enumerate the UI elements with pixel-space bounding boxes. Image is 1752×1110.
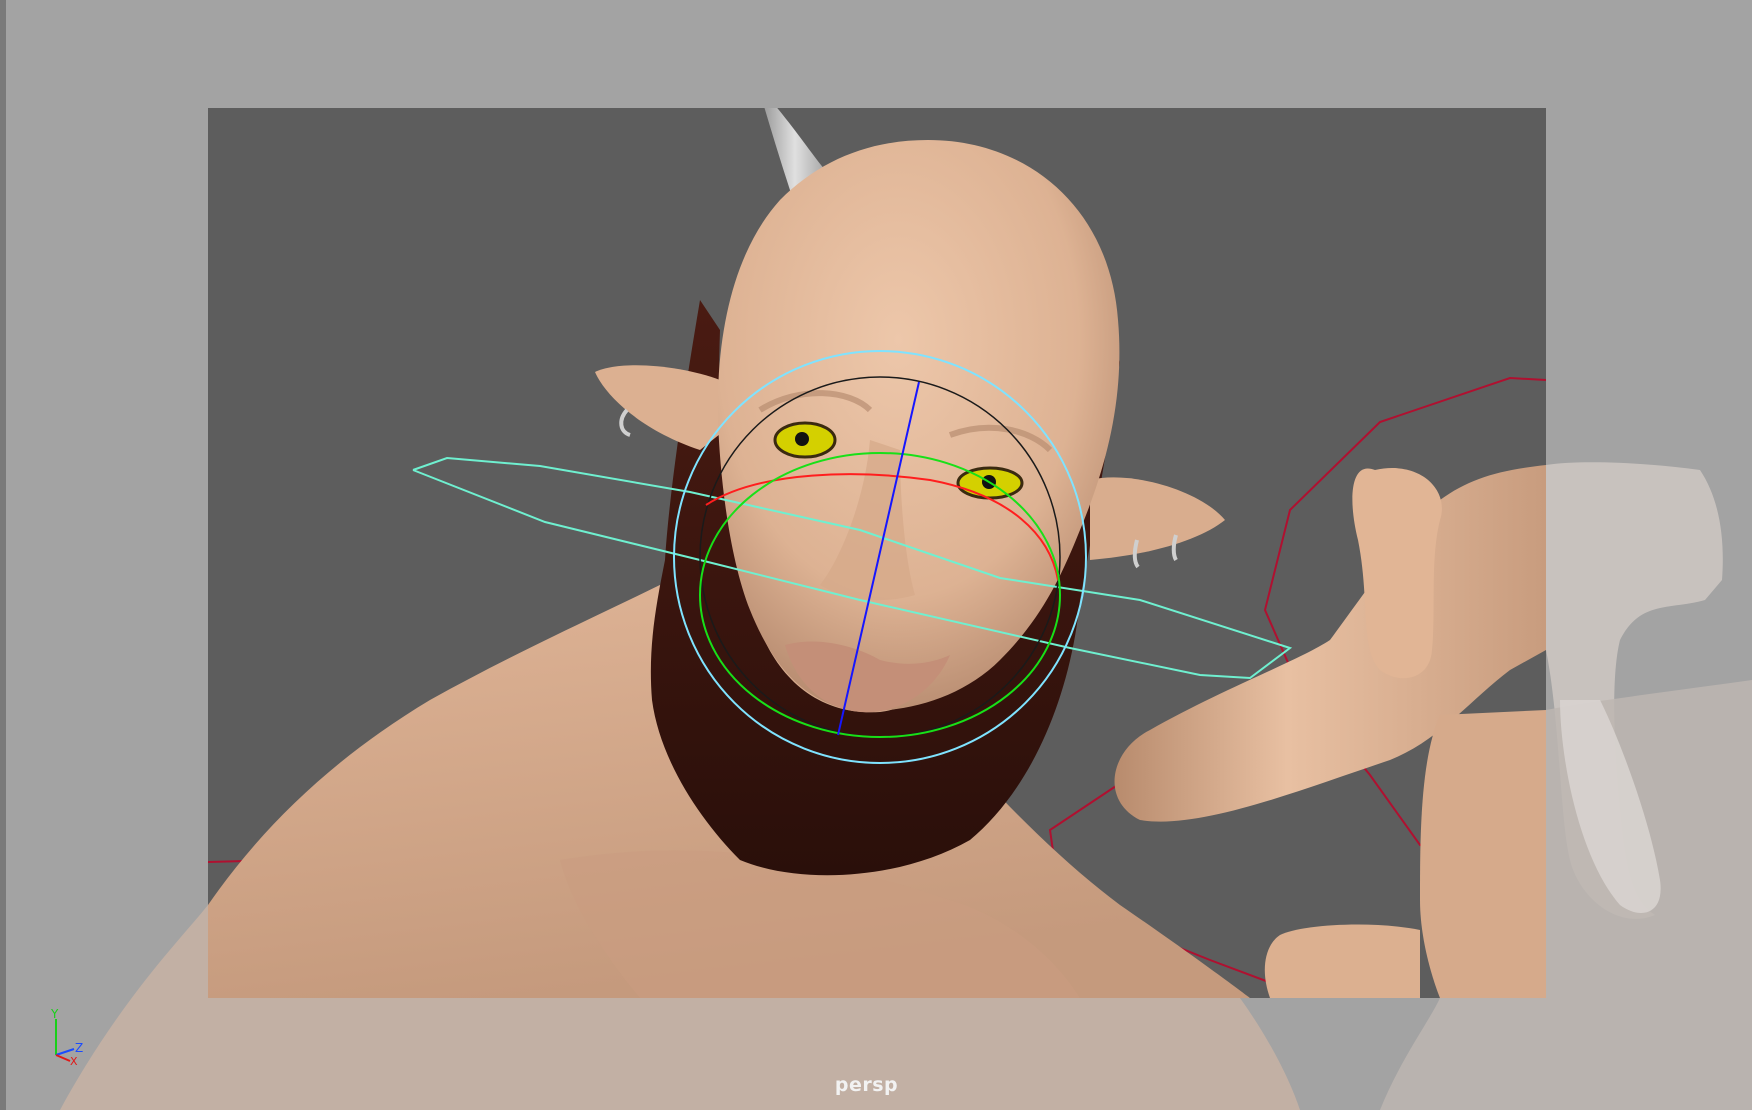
left-pupil bbox=[795, 432, 809, 446]
axis-indicator: Y Z X bbox=[50, 1007, 83, 1065]
maya-viewport[interactable]: Y Z X persp bbox=[0, 0, 1752, 1110]
axis-y-label: Y bbox=[50, 1007, 59, 1021]
ear-ring-right-2 bbox=[1171, 534, 1178, 562]
axis-z-label: Z bbox=[75, 1041, 83, 1055]
hand-lower-finger bbox=[1420, 710, 1546, 998]
axis-x-line bbox=[55, 1054, 71, 1062]
scene-render[interactable] bbox=[0, 0, 1752, 1110]
camera-name-label: persp bbox=[834, 1074, 899, 1096]
axis-x-label: X bbox=[70, 1055, 78, 1065]
hand-knuckle-bottom bbox=[1264, 924, 1420, 998]
viewport-left-edge bbox=[0, 0, 6, 1110]
